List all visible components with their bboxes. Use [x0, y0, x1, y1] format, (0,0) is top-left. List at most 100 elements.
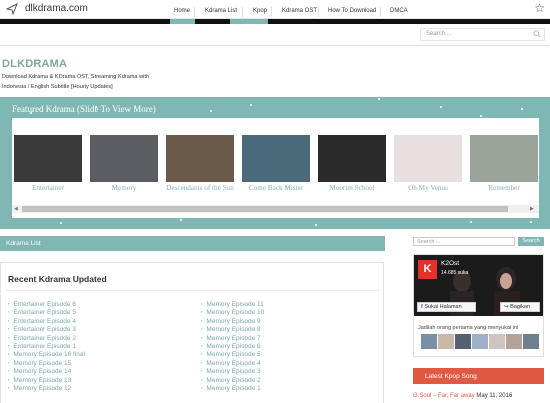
facebook-share-button[interactable]: ↪ Bagikan [500, 302, 540, 312]
poster-oh-my-venus[interactable] [394, 135, 462, 182]
header-search-input[interactable]: Search ... [420, 28, 545, 41]
poster-moorim-school[interactable] [318, 135, 386, 182]
avatar[interactable] [472, 334, 488, 349]
share-button-label: Bagikan [510, 304, 531, 310]
poster-image [242, 135, 310, 182]
episode-link[interactable]: Memory Episode 2 [201, 377, 264, 385]
poster-image [90, 135, 158, 182]
kdrama-list-bar[interactable]: Kdrama List [0, 236, 385, 251]
poster-descendants-of-the-sun[interactable] [166, 135, 234, 182]
menu-separator [194, 7, 195, 17]
snow-dot [440, 106, 442, 108]
search-icon[interactable] [533, 30, 541, 38]
episode-link[interactable]: Entertainer Episode 3 [8, 326, 85, 334]
menu-separator [271, 7, 272, 17]
episode-link[interactable]: Memory Episode 16 final [8, 351, 85, 359]
poster-come-back-mister[interactable] [242, 135, 310, 182]
url-bar: dlkdrama.com ☆ [0, 0, 550, 19]
menu-kdrama-list[interactable]: Kdrama List [205, 8, 237, 14]
kdrama-list-label: Kdrama List [6, 240, 41, 247]
caption-descendants[interactable]: Descendants of the Sun [163, 184, 237, 192]
episode-link[interactable]: Memory Episode 15 [8, 360, 85, 368]
featured-title: Featured Kdrama (Slide To View More) [12, 104, 156, 114]
caption-moorim-school[interactable]: Moorim School [315, 184, 389, 192]
poster-image [470, 135, 538, 182]
menu-kdrama-ost[interactable]: Kdrama OST [282, 8, 317, 14]
episode-link[interactable]: Entertainer Episode 5 [8, 309, 85, 317]
search-placeholder: Search ... [417, 239, 441, 245]
song-date: May 11, 2016 [474, 393, 513, 399]
snow-dot [470, 221, 472, 223]
episode-link[interactable]: Memory Episode 3 [201, 368, 264, 376]
avatar[interactable] [523, 334, 539, 349]
snow-dot [95, 106, 97, 108]
menu-how-to-download[interactable]: How To Download [328, 8, 376, 14]
episode-link[interactable]: Memory Episode 12 [8, 385, 85, 393]
episode-link[interactable]: Memory Episode 13 [8, 377, 85, 385]
facebook-friends-text: Jadilah orang pertama yang menyukai ini [418, 325, 519, 331]
episode-link[interactable]: Memory Episode 6 [201, 343, 264, 351]
episode-link[interactable]: Entertainer Episode 1 [8, 343, 85, 351]
caption-entertainer[interactable]: Entertainer [11, 184, 85, 192]
divider [6, 290, 380, 291]
poster-image [318, 135, 386, 182]
poster-image [14, 135, 82, 182]
poster-remember[interactable] [470, 135, 538, 182]
menu-separator [318, 7, 319, 17]
episode-link[interactable]: Entertainer Episode 4 [8, 318, 85, 326]
recent-title: Recent Kdrama Updated [8, 274, 107, 284]
scroll-right-icon[interactable]: ▶ [530, 206, 534, 212]
scroll-left-icon[interactable]: ◀ [14, 206, 18, 212]
menu-home[interactable]: Home [174, 8, 190, 14]
poster-memory[interactable] [90, 135, 158, 182]
snow-dot [250, 104, 252, 106]
episode-link[interactable]: Memory Episode 14 [8, 368, 85, 376]
episode-link[interactable]: Entertainer Episode 6 [8, 301, 85, 309]
sidebar-search-button[interactable]: Search [518, 237, 544, 246]
facebook-like-count: 14.685 suka [441, 270, 469, 276]
menu-kpop[interactable]: Kpop [253, 8, 267, 14]
facebook-page-name[interactable]: K2Ost [441, 260, 459, 267]
menu-separator [242, 7, 243, 17]
episode-link[interactable]: Memory Episode 11 [201, 301, 264, 309]
caption-remember[interactable]: Remember [467, 184, 541, 192]
bookmark-star-icon[interactable]: ☆ [534, 1, 545, 15]
site-title[interactable]: DLKDRAMA [2, 58, 67, 70]
avatar[interactable] [489, 334, 505, 349]
poster-image [166, 135, 234, 182]
episode-link[interactable]: Memory Episode 10 [201, 309, 264, 317]
avatar[interactable] [421, 334, 437, 349]
snow-dot [30, 112, 32, 114]
episode-link[interactable]: Memory Episode 9 [201, 318, 264, 326]
episode-link[interactable]: Memory Episode 8 [201, 326, 264, 334]
avatar[interactable] [506, 334, 522, 349]
caption-come-back-mister[interactable]: Come Back Mister [239, 184, 313, 192]
snow-dot [530, 221, 532, 223]
sidebar-search-input[interactable]: Search ... [413, 237, 515, 246]
episode-link[interactable]: Memory Episode 1 [201, 385, 264, 393]
paper-plane-icon [6, 3, 18, 15]
slider-scrollbar-thumb[interactable] [22, 206, 508, 212]
snow-dot [60, 222, 62, 224]
avatar[interactable] [455, 334, 471, 349]
menu-separator [380, 7, 381, 17]
avatar[interactable] [438, 334, 454, 349]
facebook-like-button[interactable]: f Sukai Halaman [417, 302, 476, 312]
caption-memory[interactable]: Memory [87, 184, 161, 192]
recent-list-right: Memory Episode 11Memory Episode 10Memory… [201, 301, 264, 393]
menu-dmca[interactable]: DMCA [390, 8, 408, 14]
snow-dot [480, 115, 482, 117]
url-text[interactable]: dlkdrama.com [25, 3, 88, 14]
poster-entertainer[interactable] [14, 135, 82, 182]
episode-link[interactable]: Memory Episode 7 [201, 335, 264, 343]
caption-oh-my-venus[interactable]: Oh My Venus [391, 184, 465, 192]
episode-link[interactable]: Memory Episode 4 [201, 360, 264, 368]
search-placeholder: Search ... [426, 31, 452, 37]
like-button-label: Sukai Halaman [424, 304, 462, 310]
k2ost-logo[interactable]: K [418, 260, 437, 279]
poster-image [394, 135, 462, 182]
latest-kpop-title: Latest Kpop Song [425, 373, 477, 380]
episode-link[interactable]: Memory Episode 5 [201, 351, 264, 359]
episode-link[interactable]: Entertainer Episode 2 [8, 335, 85, 343]
song-link[interactable]: G.Soul – Far, Far away [413, 393, 475, 399]
